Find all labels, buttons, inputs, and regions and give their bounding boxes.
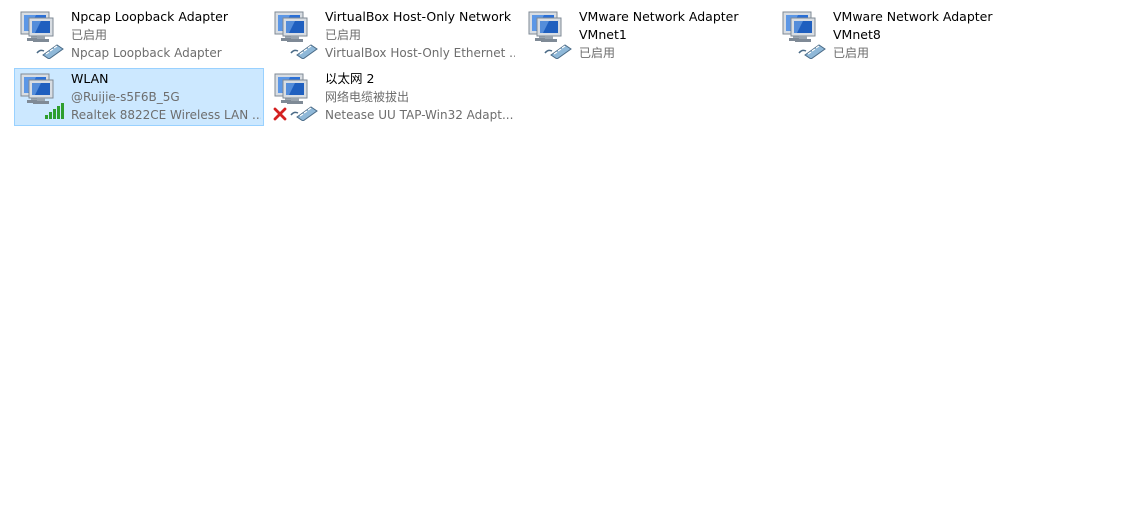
adapter-name: 以太网 2 <box>325 71 375 86</box>
wifi-signal-icon <box>45 103 64 119</box>
adapter-status: 已启用 <box>325 28 362 42</box>
ethernet-cable-icon <box>798 44 826 59</box>
adapter-name: Npcap Loopback Adapter <box>71 9 228 24</box>
adapter-item-ethernet-2[interactable]: 以太网 2 网络电缆被拔出 Netease UU TAP-Win32 Adapt… <box>268 68 518 126</box>
adapter-name: WLAN <box>71 71 109 86</box>
adapter-status: 已启用 <box>71 28 108 42</box>
network-adapter-icon <box>273 71 321 121</box>
adapter-device: VirtualBox Host-Only Ethernet ... <box>325 46 515 60</box>
adapter-item-wlan[interactable]: WLAN @Ruijie-s5F6B_5G Realtek 8822CE Wir… <box>14 68 264 126</box>
adapter-status: 已启用 <box>833 46 870 60</box>
network-adapter-icon <box>781 9 829 59</box>
adapter-device: Realtek 8822CE Wireless LAN ... <box>71 108 261 122</box>
adapter-device: Netease UU TAP-Win32 Adapt... <box>325 108 514 122</box>
adapter-item-npcap-loopback[interactable]: Npcap Loopback Adapter 已启用 Npcap Loopbac… <box>14 6 264 64</box>
adapter-name: VirtualBox Host-Only Network <box>325 9 512 24</box>
ethernet-cable-icon <box>36 44 64 59</box>
ethernet-cable-icon <box>290 106 318 121</box>
network-adapter-icon <box>527 9 575 59</box>
adapter-status: 已启用 <box>579 46 616 60</box>
adapter-name: VMware Network Adapter <box>579 9 739 24</box>
network-connections-view: Npcap Loopback Adapter 已启用 Npcap Loopbac… <box>0 0 1123 526</box>
adapter-item-virtualbox-host-only[interactable]: VirtualBox Host-Only Network 已启用 Virtual… <box>268 6 518 64</box>
ethernet-cable-icon <box>290 44 318 59</box>
network-adapter-icon <box>19 71 67 121</box>
adapter-status: 网络电缆被拔出 <box>325 90 410 104</box>
adapter-name-continued: VMnet8 <box>833 27 881 42</box>
adapter-status: @Ruijie-s5F6B_5G <box>71 90 180 104</box>
network-adapter-icon <box>273 9 321 59</box>
ethernet-cable-icon <box>544 44 572 59</box>
adapter-name-continued: VMnet1 <box>579 27 627 42</box>
adapter-device: Npcap Loopback Adapter <box>71 46 222 60</box>
adapter-name: VMware Network Adapter <box>833 9 993 24</box>
adapter-item-vmware-vmnet1[interactable]: VMware Network Adapter VMnet1 已启用 <box>522 6 772 64</box>
adapter-item-vmware-vmnet8[interactable]: VMware Network Adapter VMnet8 已启用 <box>776 6 1026 64</box>
network-adapter-icon <box>19 9 67 59</box>
red-x-icon <box>273 107 287 121</box>
